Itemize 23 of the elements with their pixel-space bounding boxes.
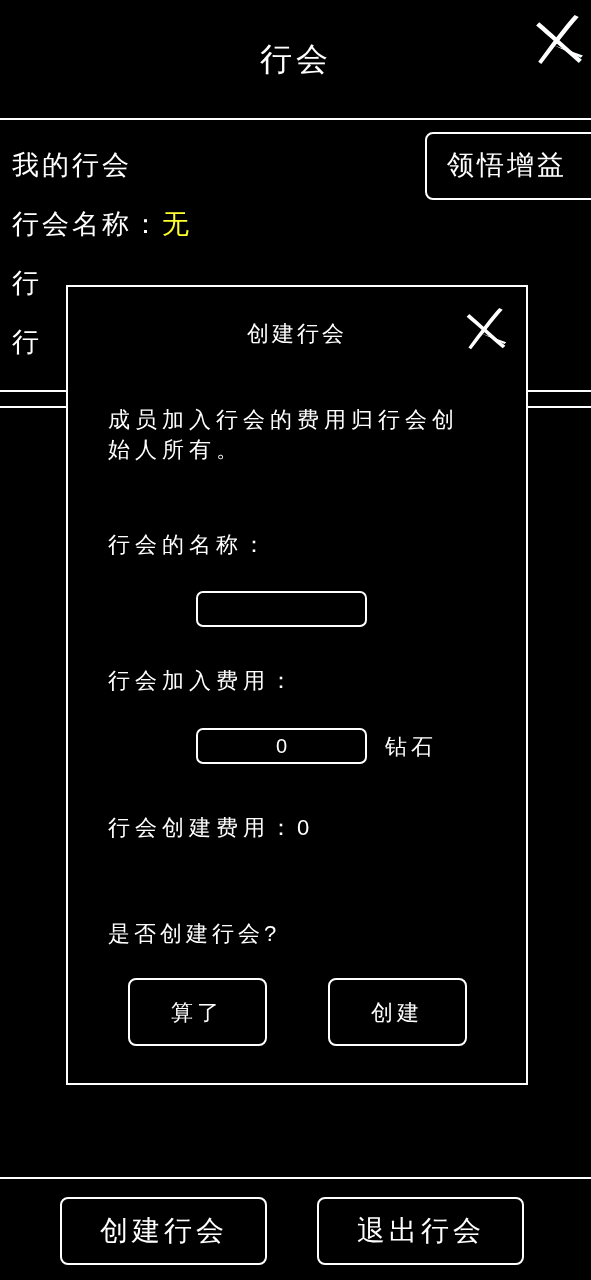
footer-button[interactable]: 退出行会 bbox=[317, 1197, 524, 1265]
footer-button[interactable]: 创建行会 bbox=[60, 1197, 267, 1265]
info-value: 无 bbox=[162, 208, 189, 242]
cost-value: 0 bbox=[297, 814, 310, 842]
boost-button[interactable]: 领悟增益 bbox=[425, 131, 591, 200]
dialog-button[interactable]: 算了 bbox=[127, 978, 267, 1046]
info-label: 行会名称： bbox=[12, 208, 162, 242]
confirm-question: 是否创建行会? bbox=[108, 920, 282, 948]
info-label: 行 bbox=[12, 267, 42, 301]
input-field[interactable]: 0 bbox=[196, 728, 367, 764]
close-icon[interactable] bbox=[464, 307, 508, 351]
close-icon[interactable] bbox=[533, 14, 585, 66]
section-heading: 我的行会 bbox=[12, 149, 132, 183]
dialog-title: 创建行会 bbox=[247, 320, 347, 348]
dialog-description: 成员加入行会的费用归行会创始人所有。 bbox=[108, 406, 460, 464]
info-label: 行 bbox=[12, 326, 42, 360]
field-label: 行会的名称： bbox=[108, 531, 271, 559]
cost-label: 行会创建费用： bbox=[108, 814, 297, 842]
unit-label: 钻石 bbox=[385, 732, 437, 761]
page-title: 行会 bbox=[259, 40, 332, 79]
field-label: 行会加入费用： bbox=[108, 667, 298, 695]
input-field[interactable] bbox=[196, 591, 367, 627]
dialog-button[interactable]: 创建 bbox=[327, 978, 467, 1046]
